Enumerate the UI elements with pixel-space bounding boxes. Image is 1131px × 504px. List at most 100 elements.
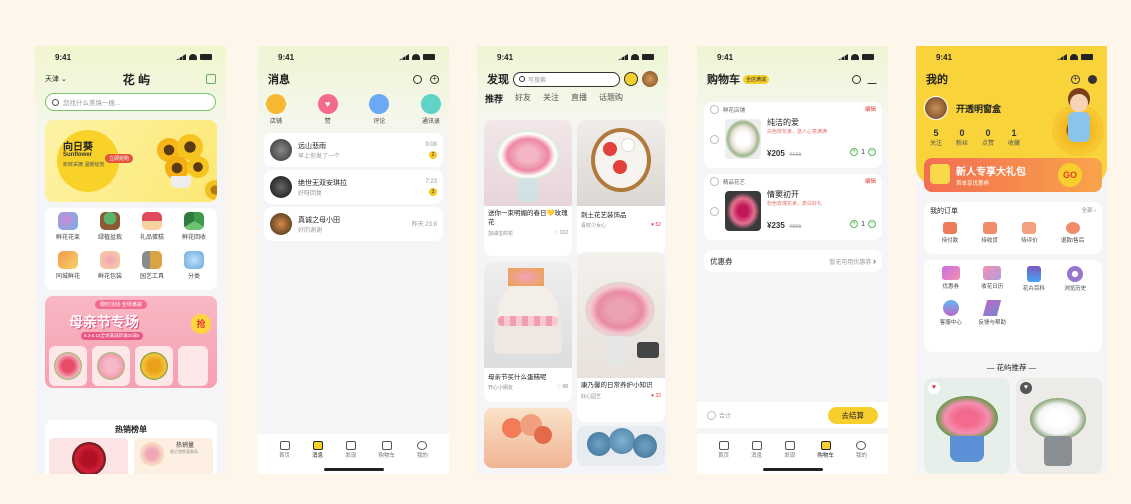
message-item[interactable]: 真诚之母小田 好的谢谢 昨天 23:8 — [264, 207, 443, 241]
category-item[interactable]: 园艺工具 — [131, 251, 173, 286]
post-card[interactable]: 康乃馨的日常养护小知识 好心园艺 ♥ 32 — [577, 252, 665, 422]
hot-item[interactable]: 热销量 最近销售量最高 — [134, 438, 213, 474]
heart-icon[interactable]: ♥ — [928, 382, 940, 394]
edit-link[interactable]: 编辑 — [865, 105, 876, 114]
select-all-checkbox[interactable] — [707, 410, 716, 420]
tab-follow[interactable]: 关注 — [543, 92, 559, 105]
category-item[interactable]: 绿植盆栽 — [89, 212, 131, 247]
profile-icon — [856, 441, 867, 450]
item-checkbox[interactable] — [710, 206, 719, 216]
city-selector[interactable]: 天津 ⌄ — [45, 74, 67, 84]
camera-icon[interactable] — [624, 72, 638, 86]
hot-item[interactable] — [49, 438, 128, 474]
service-support[interactable]: 客服中心 — [930, 300, 972, 326]
local-flower-icon — [58, 251, 78, 269]
category-item[interactable]: 分类 — [173, 251, 215, 286]
item-checkbox[interactable] — [710, 134, 719, 144]
tab-messages[interactable]: 消息 — [751, 441, 762, 459]
tab-profile[interactable]: 我的 — [856, 441, 867, 459]
product-image[interactable] — [725, 119, 761, 159]
heart-icon: ♥ — [317, 94, 338, 114]
post-card[interactable] — [577, 426, 665, 466]
tab-topic[interactable]: 话题购 — [599, 92, 623, 105]
order-pending-review[interactable]: 待评价 — [1021, 222, 1038, 244]
tab-discover[interactable]: 发现 — [784, 441, 795, 459]
grab-button[interactable]: 抢 — [191, 314, 211, 334]
orders-card: 我的订单 全部 › 待付款 待收货 待评价 退款/售后 — [924, 202, 1102, 254]
tab-cart[interactable]: 购物车 — [378, 441, 395, 459]
tab-live[interactable]: 直播 — [571, 92, 587, 105]
service-coupon[interactable]: 优惠券 — [930, 266, 972, 292]
message-item[interactable]: 远山悲雨 早上你发了一个 9:08 2 — [264, 133, 443, 167]
search-icon[interactable] — [852, 74, 861, 84]
service-feedback[interactable]: 反馈与帮助 — [972, 300, 1014, 326]
quick-like[interactable]: ♥ 赞 — [317, 94, 338, 125]
services-card: 优惠券 收花日历 花卉百科 浏览历史 客服中心 反馈与帮助 — [924, 260, 1102, 352]
tab-friends[interactable]: 好友 — [515, 92, 531, 105]
search-bar[interactable]: 您找什么美境一搜... — [45, 93, 216, 111]
tab-home[interactable]: 首页 — [718, 441, 729, 459]
tab-recommend[interactable]: 推荐 — [485, 92, 503, 105]
post-card[interactable]: 母亲节买什么蛋糕呢 开心小朋友 ♡ 68 — [484, 262, 572, 402]
quick-comment[interactable]: 评论 — [369, 94, 390, 125]
order-pending-receipt[interactable]: 待收货 — [981, 222, 998, 244]
scan-icon[interactable] — [206, 74, 216, 84]
book-icon — [1026, 266, 1041, 282]
stat-fans[interactable]: 0 粉丝 — [956, 128, 968, 147]
tab-profile[interactable]: 我的 — [417, 441, 428, 459]
avatar[interactable] — [642, 71, 658, 87]
category-item[interactable]: 鲜花包装 — [89, 251, 131, 286]
decrease-button[interactable]: − — [868, 220, 876, 228]
increase-button[interactable]: + — [850, 148, 859, 156]
store-checkbox[interactable] — [710, 105, 719, 114]
stat-likes[interactable]: 0 点赞 — [982, 128, 994, 147]
product-image[interactable] — [725, 191, 761, 231]
category-item[interactable]: 礼品蛋糕 — [131, 212, 173, 247]
search-input[interactable]: 写搜索 — [513, 71, 620, 87]
search-input[interactable]: 您找什么美境一搜... — [63, 97, 120, 107]
avatar — [270, 139, 292, 161]
order-pending-payment[interactable]: 待付款 — [942, 222, 958, 244]
increase-button[interactable]: + — [850, 220, 859, 228]
post-card[interactable] — [484, 408, 572, 468]
promo-banner[interactable]: 限时活动·全场满减 母亲节专场 5.3-5.14全场满减新满20减5 抢 — [45, 296, 217, 388]
category-item[interactable]: 鲜花回收 — [173, 212, 215, 247]
tab-cart[interactable]: 购物车 — [817, 441, 834, 459]
message-item[interactable]: 绝世无双安琪拉 好呀回复 7:23 3 — [264, 170, 443, 204]
hero-banner[interactable]: 向日葵 Sunflower 新鲜采摘 温暖绽放 立即抢购 — [45, 120, 217, 202]
banner-button[interactable]: 立即抢购 — [105, 154, 134, 163]
orders-all-link[interactable]: 全部 › — [1082, 206, 1096, 216]
tab-discover[interactable]: 发现 — [345, 441, 356, 459]
phone-messages: 9:41 消息 + 店铺 ♥ 赞 评论 通讯录 远山悲雨 早上你发了一个 9:08 2… — [258, 46, 449, 474]
heart-icon[interactable]: ♥ — [1020, 382, 1032, 394]
go-button[interactable]: GO — [1058, 163, 1082, 187]
recommend-item[interactable]: ♥ — [1016, 378, 1102, 474]
category-item[interactable]: 同城鲜花 — [47, 251, 89, 286]
order-refund[interactable]: 退款/售后 — [1061, 222, 1084, 244]
edit-link[interactable]: 编辑 — [865, 177, 876, 186]
stat-favorites[interactable]: 1 收藏 — [1008, 128, 1020, 147]
user-info[interactable]: 开透明窗盒 — [924, 96, 1001, 120]
service-encyclopedia[interactable]: 花卉百科 — [1013, 266, 1055, 292]
stat-follow[interactable]: 5 关注 — [930, 128, 942, 147]
gift-banner[interactable]: 新人专享大礼包 首单享优惠券 GO — [924, 158, 1102, 192]
edit-icon[interactable] — [867, 74, 880, 84]
category-item[interactable]: 鲜花花束 — [47, 212, 89, 247]
tab-home[interactable]: 首页 — [279, 441, 290, 459]
quick-contacts[interactable]: 通讯录 — [420, 94, 441, 125]
add-icon[interactable]: + — [430, 74, 439, 84]
store-checkbox[interactable] — [710, 177, 719, 186]
service-calendar[interactable]: 收花日历 — [972, 266, 1014, 292]
post-card[interactable]: 刺土花艺装饰品 喜欢少女心 ♥ 52 — [577, 120, 665, 256]
tab-messages[interactable]: 消息 — [312, 441, 323, 459]
search-icon[interactable] — [413, 74, 422, 84]
quick-store[interactable]: 店铺 — [266, 94, 286, 125]
checkout-button[interactable]: 去结算 — [827, 406, 878, 424]
decrease-button[interactable]: − — [868, 148, 876, 156]
battery-icon — [200, 54, 212, 60]
recommend-item[interactable]: ♥ — [924, 378, 1010, 474]
post-card[interactable]: 送你一束明媚的春日💛玫瑰花 加油宝的花 ♡ 102 — [484, 120, 572, 256]
coupon-row[interactable]: 优惠券 暂无可用优惠券 › — [704, 250, 882, 272]
service-history[interactable]: 浏览历史 — [1055, 266, 1097, 292]
avatar — [270, 213, 292, 235]
